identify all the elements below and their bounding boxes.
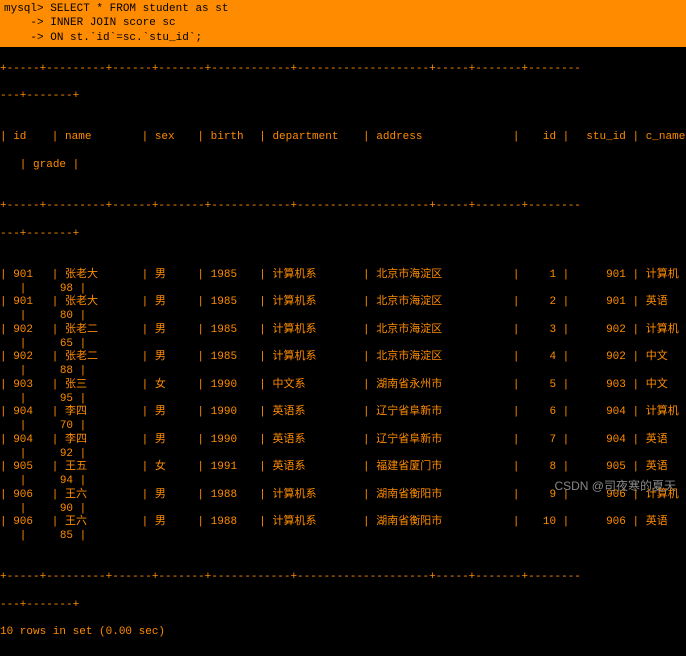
table-row: | 904 | 李四 | 男 | 1990 | 英语系 | 辽宁省阜新市 | 6… xyxy=(0,406,686,420)
q1: SELECT * FROM student as st xyxy=(50,3,228,15)
table-row-grade: | 65 | xyxy=(0,338,686,352)
separator-mid: +-----+---------+------+-------+--------… xyxy=(0,200,686,214)
separator-bot-2: ---+-------+ xyxy=(0,599,686,613)
watermark: CSDN @司夜寒的夏天 xyxy=(554,477,676,494)
prompt: mysql> xyxy=(4,3,44,15)
table-row: | 905 | 王五 | 女 | 1991 | 英语系 | 福建省厦门市 | 8… xyxy=(0,461,686,475)
table-row-grade: | 70 | xyxy=(0,420,686,434)
sql-query-block: mysql> SELECT * FROM student as st -> IN… xyxy=(0,0,686,47)
separator-bot: +-----+---------+------+-------+--------… xyxy=(0,571,686,585)
hdr-grade: grade xyxy=(33,159,66,171)
hdr-dept: department xyxy=(272,131,356,145)
table-row-grade: | 92 | xyxy=(0,448,686,462)
hdr-id: id xyxy=(13,131,45,145)
table-row: | 901 | 张老大 | 男 | 1985 | 计算机系 | 北京市海淀区 |… xyxy=(0,269,686,283)
header-row-2: | grade | xyxy=(0,159,686,173)
header-row: | id | name | sex | birth | department |… xyxy=(0,131,686,145)
table-row: | 902 | 张老二 | 男 | 1985 | 计算机系 | 北京市海淀区 |… xyxy=(0,351,686,365)
table-row: | 902 | 张老二 | 男 | 1985 | 计算机系 | 北京市海淀区 |… xyxy=(0,324,686,338)
hdr-name: name xyxy=(65,131,135,145)
query-output: +-----+---------+------+-------+--------… xyxy=(0,47,686,656)
separator-top: +-----+---------+------+-------+--------… xyxy=(0,63,686,77)
hdr-cname: c_name xyxy=(646,131,686,145)
table-row: | 903 | 张三 | 女 | 1990 | 中文系 | 湖南省永州市 | 5… xyxy=(0,379,686,393)
q3: ON st.`id`=sc.`stu_id`; xyxy=(50,32,202,44)
table-row-grade: | 88 | xyxy=(0,365,686,379)
cont1: -> xyxy=(4,17,44,29)
separator-mid-2: ---+-------+ xyxy=(0,228,686,242)
footer-status: 10 rows in set (0.00 sec) xyxy=(0,626,686,640)
table-row-grade: | 95 | xyxy=(0,393,686,407)
table-row: | 904 | 李四 | 男 | 1990 | 英语系 | 辽宁省阜新市 | 7… xyxy=(0,434,686,448)
table-row-grade: | 98 | xyxy=(0,283,686,297)
q2: INNER JOIN score sc xyxy=(50,17,175,29)
hdr-id2: id xyxy=(526,131,556,145)
cont2: -> xyxy=(4,32,44,44)
hdr-stuid: stu_id xyxy=(576,131,626,145)
table-row-grade: | 85 | xyxy=(0,530,686,544)
hdr-addr: address xyxy=(376,131,506,145)
rows-container: | 901 | 张老大 | 男 | 1985 | 计算机系 | 北京市海淀区 |… xyxy=(0,269,686,544)
separator-top-2: ---+-------+ xyxy=(0,90,686,104)
hdr-sex: sex xyxy=(155,131,191,145)
table-row-grade: | 90 | xyxy=(0,503,686,517)
table-row: | 901 | 张老大 | 男 | 1985 | 计算机系 | 北京市海淀区 |… xyxy=(0,296,686,310)
hdr-birth: birth xyxy=(211,131,253,145)
table-row: | 906 | 王六 | 男 | 1988 | 计算机系 | 湖南省衡阳市 | … xyxy=(0,516,686,530)
table-row-grade: | 80 | xyxy=(0,310,686,324)
